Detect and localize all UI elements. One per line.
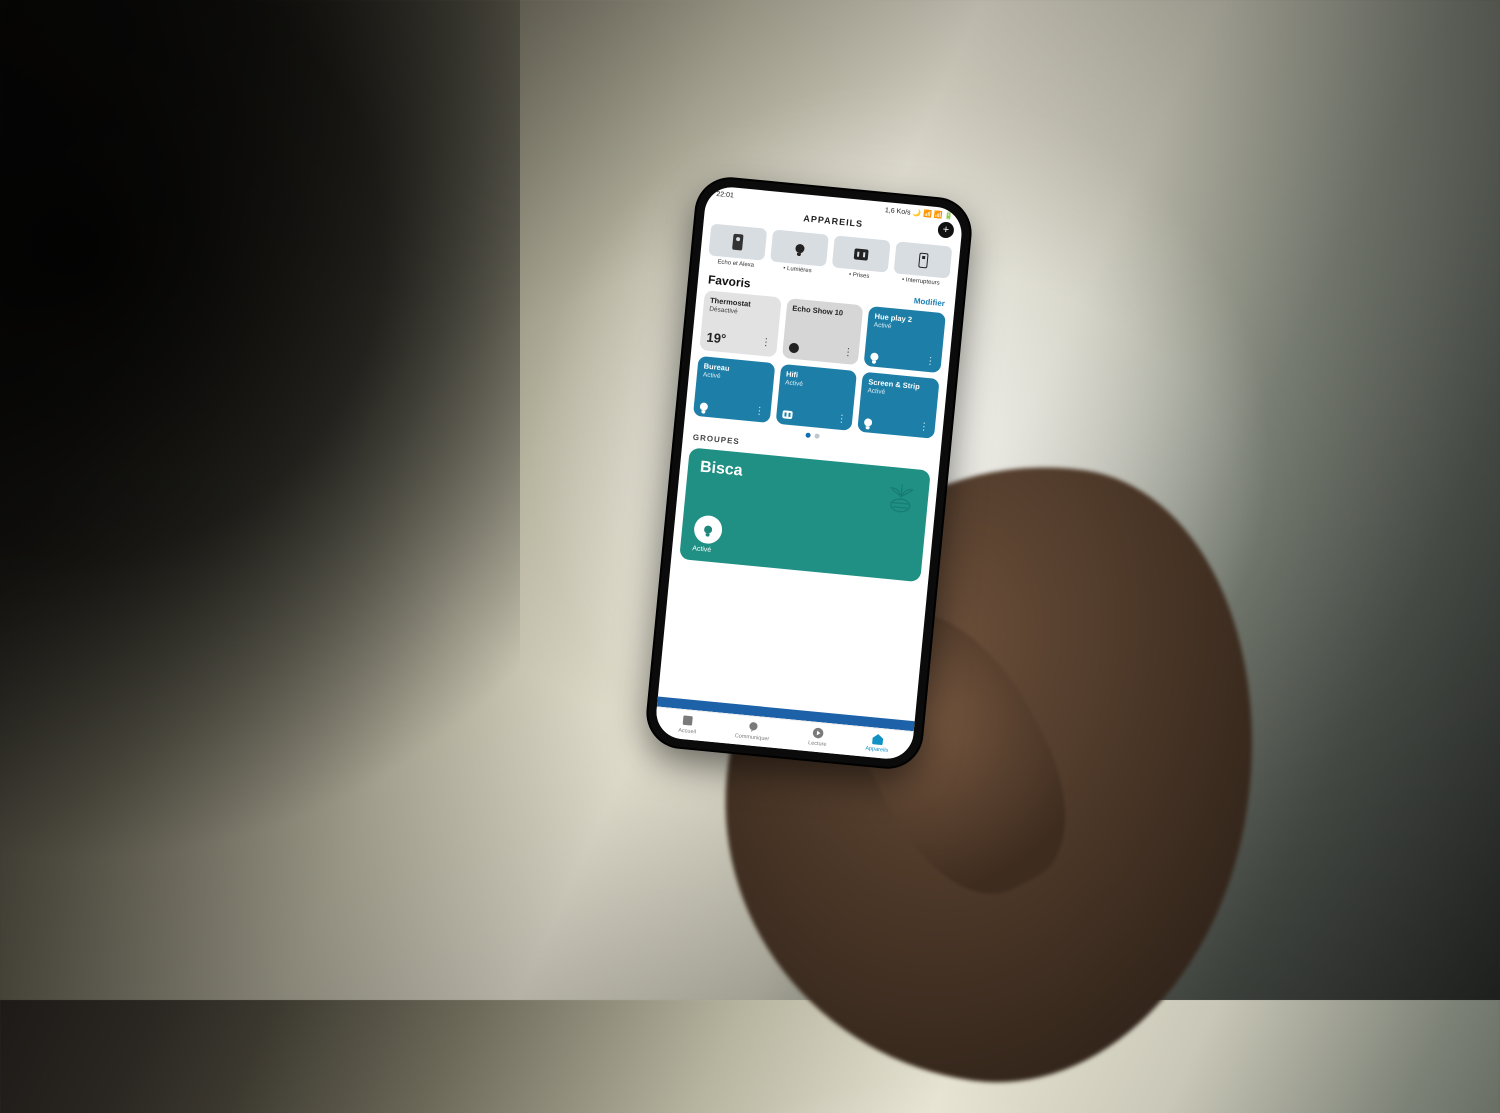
play-icon [811,725,826,740]
add-device-button[interactable]: + [937,221,954,238]
category-lights[interactable]: • Lumières [769,229,829,275]
tab-communicate[interactable]: Communiquer [735,718,771,742]
more-icon[interactable]: ⋮ [754,409,764,414]
category-plugs[interactable]: • Prises [831,235,891,281]
group-state: Activé [692,545,910,573]
bulb-icon [700,402,709,411]
more-icon[interactable]: ⋮ [836,417,846,422]
more-icon[interactable]: ⋮ [919,425,929,430]
signal-icon: 📶 [934,211,943,220]
moon-icon: 🌙 [912,209,921,218]
page-title: APPAREILS [803,213,864,229]
bulb-icon [864,418,873,427]
category-echo[interactable]: Echo et Alexa [708,224,768,270]
tab-label: Communiquer [735,733,770,742]
favorites-grid: Thermostat Désactivé 19° ⋮ Echo Show 10 … [685,289,954,439]
home-icon [680,713,695,728]
group-card-bisca[interactable]: Bisca Activé [679,447,931,582]
status-time: 22:01 [716,190,734,199]
category-label: • Lumières [783,266,812,275]
tile-thermostat[interactable]: Thermostat Désactivé 19° ⋮ [699,290,781,357]
status-net: 1,6 Ko/s [885,207,911,216]
chat-icon [745,719,760,734]
tile-hifi[interactable]: Hifi Activé ⋮ [775,364,857,431]
category-switches[interactable]: • Interrupteurs [893,241,953,287]
plug-icon [782,410,793,419]
tab-home[interactable]: Accueil [678,713,698,736]
tile-value: 19° [706,330,727,347]
switch-icon [918,252,928,268]
favorites-edit-link[interactable]: Modifier [913,296,945,308]
devices-icon [870,731,885,746]
bulb-icon [795,243,805,253]
more-icon[interactable]: ⋮ [761,340,771,345]
phone-screen: 22:01 1,6 Ko/s 🌙 📶 📶 🔋 APPAREILS + Echo … [654,185,964,761]
tile-bureau[interactable]: Bureau Activé ⋮ [693,356,775,423]
pager-dot [814,433,819,438]
more-icon[interactable]: ⋮ [925,360,935,365]
tab-label: Lecture [808,740,827,748]
tile-screen-strip[interactable]: Screen & Strip Activé ⋮ [858,372,940,439]
group-bulb-button[interactable] [693,514,724,545]
plant-icon [878,472,924,518]
category-label: • Prises [849,272,870,280]
plug-icon [854,248,869,260]
tile-echo-show[interactable]: Echo Show 10 ⋮ [782,298,864,365]
phone-frame: 22:01 1,6 Ko/s 🌙 📶 📶 🔋 APPAREILS + Echo … [645,176,972,770]
tab-label: Accueil [678,728,696,736]
tile-name: Echo Show 10 [792,305,857,319]
more-icon[interactable]: ⋮ [843,351,853,356]
pager-dot-active [805,433,810,438]
tab-label: Appareils [865,746,888,754]
speaker-dot-icon [788,342,799,353]
battery-icon: 🔋 [944,212,953,221]
tile-hue-play[interactable]: Hue play 2 Activé ⋮ [864,306,946,373]
speaker-icon [732,234,743,251]
wifi-icon: 📶 [923,210,932,219]
favorites-heading: Favoris [707,272,751,290]
tab-play[interactable]: Lecture [808,725,828,748]
tab-devices[interactable]: Appareils [865,731,890,754]
bulb-icon [870,352,879,361]
